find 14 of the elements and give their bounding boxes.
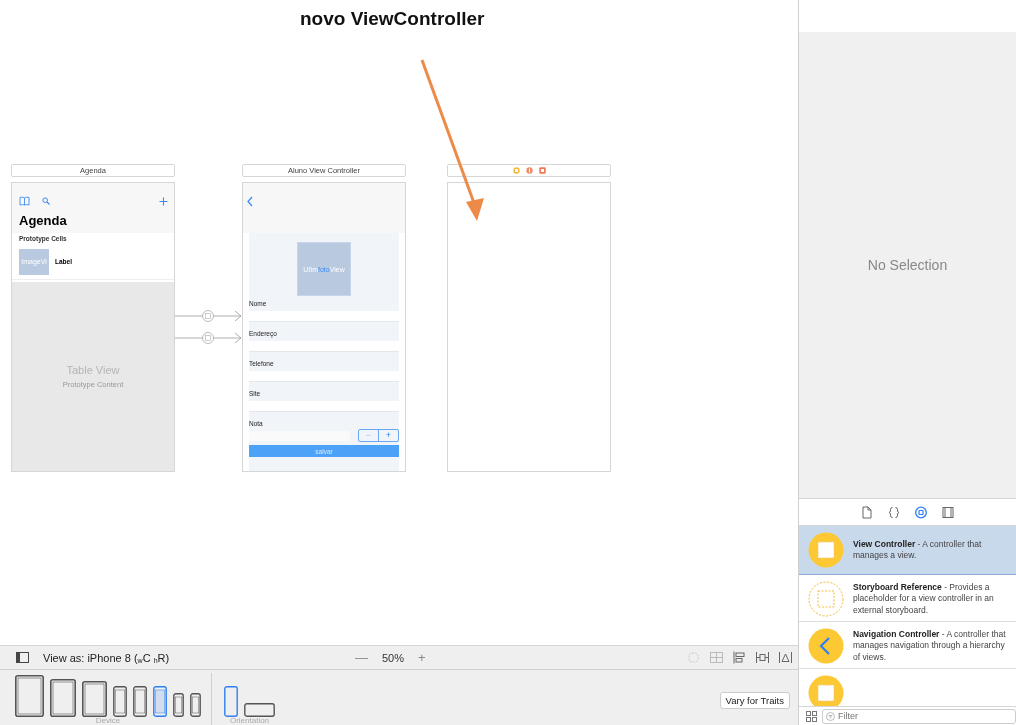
empty-state-text: No Selection [867,257,948,273]
library-item-text: Storyboard Reference - Provides a placeholder for a view controller in an external storyboard. [853,581,995,617]
navigation-title: Agenda [19,213,67,228]
annotation-text: novo ViewController [300,8,485,30]
stepper[interactable]: − + [358,429,399,442]
group-label: Device [95,717,121,725]
library-item[interactable]: View Controller - A controller that manages a view. [799,526,1016,575]
library-item-text: View Controller - A controller that manages a view. [853,538,983,562]
group-label: Orientation [229,717,270,725]
filter-field[interactable]: Filter [822,708,1016,724]
view-as-label[interactable]: View as: iPhone 8 ($_{w}$C $_{h}$R) [43,651,343,664]
library-item-text: Navigation Controller - A controller that manages navigation through a hierarchy of views. [853,628,1007,664]
vary-for-traits-button[interactable]: Vary for Traits [719,692,790,709]
zoom-level: 50% [382,651,405,664]
